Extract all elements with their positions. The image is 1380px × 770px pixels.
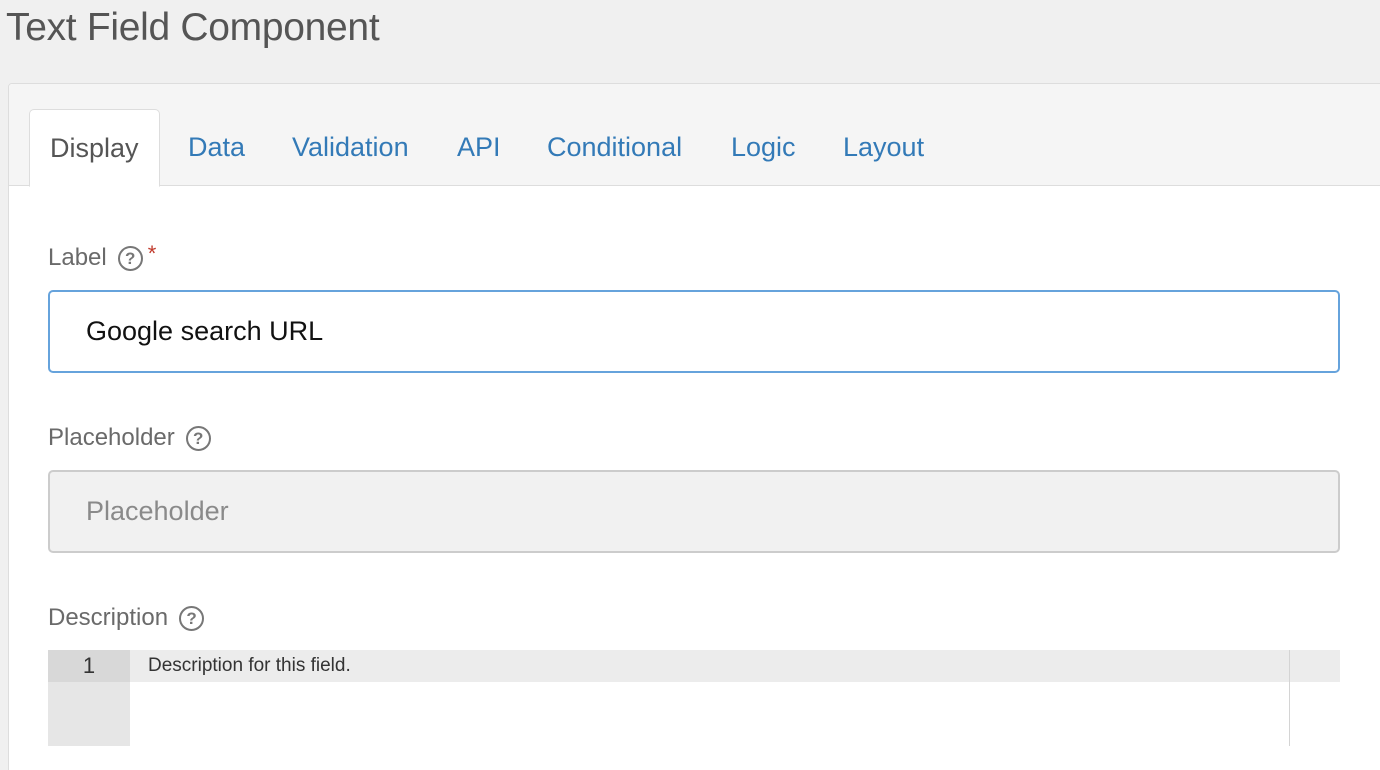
tab-display[interactable]: Display: [29, 109, 160, 187]
tab-data[interactable]: Data: [188, 109, 245, 186]
tab-bar: Display Data Validation API Conditional …: [9, 84, 1380, 187]
question-circle-icon[interactable]: ?: [117, 245, 143, 271]
label-field-label: Label ? *: [48, 241, 157, 272]
tab-logic[interactable]: Logic: [731, 109, 796, 186]
label-input[interactable]: [48, 290, 1340, 373]
editor-print-margin: [1289, 650, 1290, 746]
page-title: Text Field Component: [6, 6, 380, 49]
editor-active-line[interactable]: Description for this field.: [130, 650, 1340, 682]
placeholder-input[interactable]: [48, 470, 1340, 553]
tab-validation[interactable]: Validation: [292, 109, 409, 186]
tab-conditional[interactable]: Conditional: [547, 109, 682, 186]
tab-api[interactable]: API: [457, 109, 501, 186]
description-code-editor[interactable]: 1 Description for this field.: [48, 650, 1340, 746]
placeholder-field-title: Placeholder: [48, 424, 175, 451]
label-field-title: Label: [48, 244, 107, 271]
line-number: 1: [48, 650, 130, 682]
question-circle-icon[interactable]: ?: [185, 425, 211, 451]
required-marker: *: [147, 241, 157, 266]
description-field-title: Description: [48, 604, 169, 631]
tab-layout[interactable]: Layout: [843, 109, 924, 186]
question-circle-icon[interactable]: ?: [179, 605, 205, 631]
description-field-label: Description ?: [48, 604, 205, 632]
placeholder-field-label: Placeholder ?: [48, 424, 211, 452]
